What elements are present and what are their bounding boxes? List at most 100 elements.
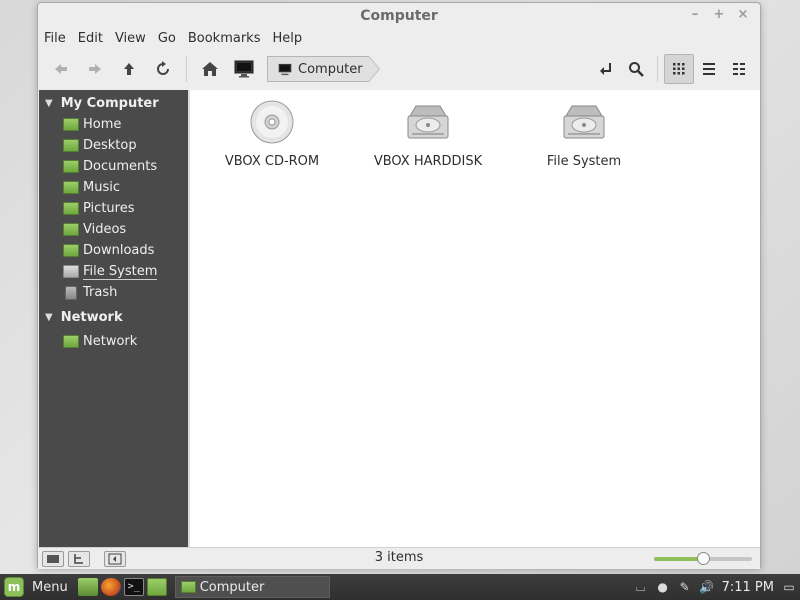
sidebar-item-label: File System	[83, 263, 158, 280]
zoom-slider[interactable]	[654, 552, 752, 565]
arrow-right-icon	[89, 64, 101, 74]
network-folder-icon	[63, 335, 79, 348]
folder-icon	[180, 581, 196, 593]
panel-launchers: >_	[77, 578, 167, 596]
sidebar-item-home[interactable]: Home	[39, 114, 188, 135]
sidebar-item-file-system[interactable]: File System	[39, 261, 188, 282]
mint-logo-icon: m	[4, 577, 24, 597]
sidebar-item-label: Downloads	[83, 243, 155, 258]
forward-button[interactable]	[78, 54, 112, 84]
monitor-icon	[278, 63, 292, 75]
triangle-down-icon: ▼	[45, 98, 53, 109]
sidebar-section-my-computer[interactable]: ▼ My Computer	[39, 93, 188, 114]
sidebar-item-music[interactable]: Music	[39, 177, 188, 198]
reload-button[interactable]	[146, 54, 180, 84]
cdrom-icon	[250, 100, 294, 144]
harddisk-icon	[563, 105, 605, 139]
desktop-folder-icon	[63, 139, 79, 152]
sidebar-item-label: Home	[83, 117, 122, 132]
toolbar: Computer	[38, 51, 760, 87]
sidebar-item-pictures[interactable]: Pictures	[39, 198, 188, 219]
window-titlebar[interactable]: Computer – + ×	[38, 3, 760, 29]
file-item-harddisk[interactable]: VBOX HARDDISK	[358, 98, 498, 169]
back-button[interactable]	[44, 54, 78, 84]
icon-view-button[interactable]	[664, 54, 694, 84]
network-icon[interactable]: ✎	[678, 580, 692, 594]
sidebar: ▼ My Computer Home Desktop Documents Mus…	[39, 90, 188, 547]
display-icon[interactable]: ▭	[782, 580, 796, 594]
file-item-file-system[interactable]: File System	[514, 98, 654, 169]
path-label: Computer	[298, 61, 363, 77]
close-button[interactable]: ×	[736, 7, 750, 23]
grid-icon	[673, 63, 685, 75]
monitor-icon	[234, 60, 254, 78]
file-item-label: File System	[546, 154, 622, 169]
menu-go[interactable]: Go	[158, 29, 182, 49]
sidebar-item-label: Music	[83, 180, 120, 195]
compact-view-button[interactable]	[724, 54, 754, 84]
computer-button[interactable]	[227, 54, 261, 84]
harddisk-icon	[407, 105, 449, 139]
system-tray: ⌴ ● ✎ 🔊 7:11 PM ▭	[634, 574, 796, 600]
menu-bar: File Edit View Go Bookmarks Help	[38, 29, 314, 49]
search-icon	[629, 62, 644, 77]
zoom-slider-fill	[654, 557, 703, 561]
show-desktop-icon[interactable]	[77, 578, 98, 596]
firefox-icon[interactable]	[100, 578, 121, 596]
user-icon[interactable]: ●	[656, 580, 670, 594]
sidebar-item-label: Pictures	[83, 201, 135, 216]
home-folder-icon	[63, 118, 79, 131]
menu-file[interactable]: File	[44, 29, 72, 49]
triangle-down-icon: ▼	[45, 312, 53, 323]
up-button[interactable]	[112, 54, 146, 84]
window-title: Computer	[360, 8, 438, 24]
sidebar-item-trash[interactable]: Trash	[39, 282, 188, 303]
terminal-icon[interactable]: >_	[123, 578, 144, 596]
file-item-cdrom[interactable]: VBOX CD-ROM	[202, 98, 342, 169]
file-view: VBOX CD-ROM VBOX HARDDISK File System	[190, 90, 760, 547]
open-in-terminal-button[interactable]	[591, 54, 621, 84]
list-view-button[interactable]	[694, 54, 724, 84]
taskbar: m Menu >_ Computer ⌴ ● ✎ 🔊 7:11 PM ▭	[0, 574, 800, 600]
status-bar: 3 items	[38, 547, 760, 569]
search-button[interactable]	[621, 54, 651, 84]
menu-edit[interactable]: Edit	[78, 29, 109, 49]
zoom-slider-handle[interactable]	[696, 552, 710, 565]
file-manager-window: Computer – + × File Edit View Go Bookmar…	[37, 2, 761, 569]
compact-list-icon	[733, 63, 745, 75]
music-folder-icon	[63, 181, 79, 194]
files-icon[interactable]	[146, 578, 167, 596]
home-button[interactable]	[193, 54, 227, 84]
sidebar-item-network[interactable]: Network	[39, 331, 188, 352]
sidebar-section-title: My Computer	[60, 96, 159, 111]
arrow-left-icon	[55, 64, 67, 74]
menu-label: Menu	[32, 579, 68, 595]
taskbar-window-computer[interactable]: Computer	[174, 576, 330, 598]
sidebar-item-downloads[interactable]: Downloads	[39, 240, 188, 261]
sidebar-section-network[interactable]: ▼ Network	[39, 307, 188, 328]
volume-icon[interactable]: 🔊	[699, 580, 714, 594]
start-menu-button[interactable]: m Menu	[0, 574, 68, 600]
menu-bookmarks[interactable]: Bookmarks	[188, 29, 267, 49]
maximize-button[interactable]: +	[712, 7, 726, 23]
menu-help[interactable]: Help	[272, 29, 308, 49]
reload-icon	[157, 61, 169, 75]
sidebar-item-label: Network	[83, 334, 138, 349]
pictures-folder-icon	[63, 202, 79, 215]
documents-folder-icon	[63, 160, 79, 173]
taskbar-window-label: Computer	[199, 579, 265, 595]
sidebar-item-desktop[interactable]: Desktop	[39, 135, 188, 156]
keyboard-icon[interactable]: ⌴	[634, 580, 648, 594]
minimize-button[interactable]: –	[688, 7, 702, 23]
list-icon	[703, 63, 715, 75]
file-item-label: VBOX CD-ROM	[224, 154, 320, 169]
sidebar-item-documents[interactable]: Documents	[39, 156, 188, 177]
file-item-label: VBOX HARDDISK	[373, 154, 483, 169]
path-button-computer[interactable]: Computer	[267, 56, 380, 82]
menu-view[interactable]: View	[115, 29, 152, 49]
sidebar-item-videos[interactable]: Videos	[39, 219, 188, 240]
downloads-folder-icon	[63, 244, 79, 257]
toolbar-separator	[657, 56, 658, 82]
clock[interactable]: 7:11 PM	[722, 580, 774, 595]
sidebar-item-label: Documents	[83, 159, 158, 174]
